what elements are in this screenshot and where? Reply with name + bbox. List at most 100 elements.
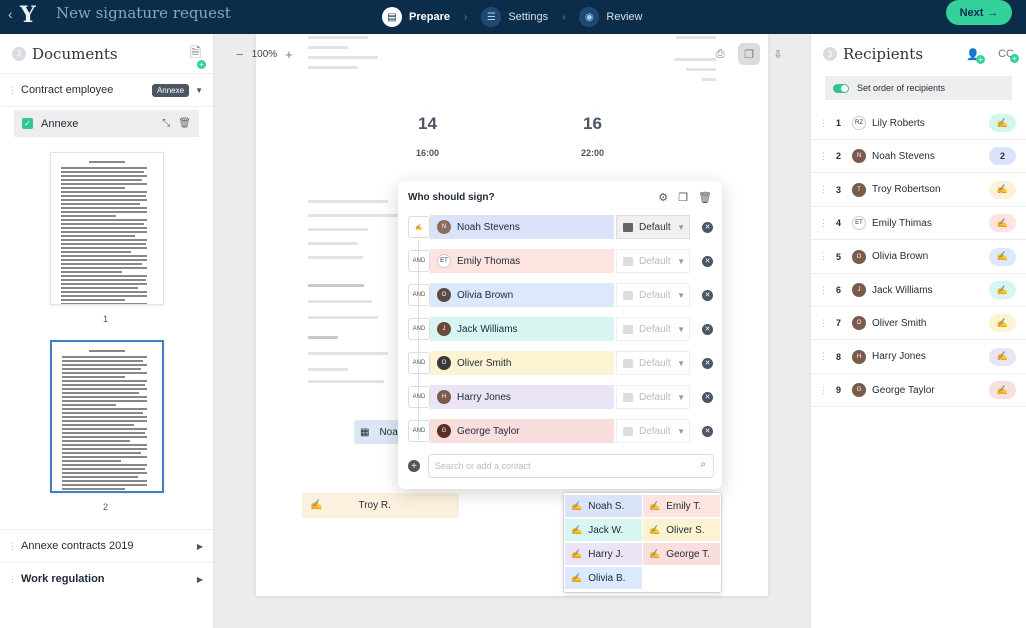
recipient-row[interactable]: ⋮ 3 T Troy Robertson ✍	[811, 174, 1026, 207]
role-pill[interactable]: ✍	[989, 180, 1016, 199]
role-pill[interactable]: ✍	[989, 214, 1016, 233]
signer-name-field[interactable]: O Olivia Brown	[430, 283, 614, 307]
folder-contract-employee[interactable]: ⋮ Contract employee Annexe ▼	[0, 74, 213, 107]
drag-handle-icon[interactable]: ⋮	[819, 184, 828, 195]
drag-handle-icon[interactable]: ⋮	[819, 385, 828, 396]
drag-handle-icon[interactable]: ⋮	[8, 85, 17, 96]
drag-handle-icon[interactable]: ⋮	[819, 118, 828, 129]
drag-handle-icon[interactable]: ⋮	[8, 574, 17, 585]
role-pill[interactable]: ✍	[989, 314, 1016, 333]
signature-field[interactable]: ✍ Troy R.	[302, 493, 459, 518]
signer-field-chip[interactable]: ✍ Harry J.	[565, 543, 642, 565]
search-input[interactable]	[428, 454, 714, 478]
role-pill[interactable]: ✍	[989, 247, 1016, 266]
copy-icon[interactable]: ❐	[678, 191, 688, 204]
level-select[interactable]: Default ▼	[616, 385, 690, 409]
recipient-row[interactable]: ⋮ 5 O Olivia Brown ✍	[811, 241, 1026, 274]
add-user-icon[interactable]: 👤 +	[966, 48, 986, 64]
role-pill[interactable]: ✍	[989, 347, 1016, 366]
signer-name-field[interactable]: H Harry Jones	[430, 385, 614, 409]
folder-work-regulation[interactable]: ⋮ Work regulation ▶	[0, 562, 213, 595]
role-pill[interactable]: ✍	[989, 114, 1016, 132]
drag-handle-icon[interactable]: ⋮	[819, 218, 828, 229]
drag-handle-icon[interactable]: ⋮	[819, 318, 828, 329]
page-thumbnail-1[interactable]	[50, 152, 164, 305]
recipient-row[interactable]: ⋮ 4 ET Emily Thimas ✍	[811, 207, 1026, 241]
signer-field-chip[interactable]: ✍ Noah S.	[565, 495, 642, 517]
remove-icon[interactable]: ✕	[702, 425, 713, 437]
remove-icon[interactable]: ✕	[702, 323, 713, 335]
add-circle-icon[interactable]: +	[408, 460, 420, 472]
remove-icon[interactable]: ✕	[702, 357, 713, 369]
steps-nav: ▤ Prepare › ☰ Settings › ◉ Review	[382, 0, 643, 34]
checkbox-icon[interactable]: ✓	[22, 118, 33, 129]
drag-handle-icon[interactable]: ⋮	[8, 541, 17, 552]
signer-field-chip[interactable]: ✍ George T.	[643, 543, 720, 565]
order-toggle-row[interactable]: Set order of recipients	[825, 76, 1012, 100]
drag-handle-icon[interactable]: ⋮	[819, 151, 828, 162]
page-thumbnail-2[interactable]	[50, 340, 164, 493]
avatar: H	[852, 349, 866, 364]
remove-icon[interactable]: ✕	[702, 391, 713, 403]
recipient-row[interactable]: ⋮ 9 G George Taylor ✍	[811, 374, 1026, 408]
drag-handle-icon[interactable]: ⋮	[819, 351, 828, 362]
level-select[interactable]: Default ▼	[616, 351, 690, 375]
date-field[interactable]: ▦ Noa	[354, 420, 404, 444]
resize-icon[interactable]: ⤡	[162, 118, 170, 129]
toggle-switch[interactable]	[833, 83, 849, 93]
role-pill[interactable]: 2	[989, 147, 1016, 166]
folder-annexe-contracts[interactable]: ⋮ Annexe contracts 2019 ▶	[0, 529, 213, 562]
avatar: G	[852, 383, 866, 398]
gear-icon[interactable]: ⚙	[658, 191, 668, 204]
recipient-row[interactable]: ⋮ 6 J Jack Williams ✍	[811, 274, 1026, 307]
remove-icon[interactable]: ✕	[702, 221, 713, 233]
step-review[interactable]: ◉ Review	[579, 7, 643, 27]
level-select[interactable]: Default ▼	[616, 215, 690, 239]
signer-name-field[interactable]: N Noah Stevens	[430, 215, 614, 239]
add-document-icon[interactable]: 🗎 +	[190, 42, 206, 69]
zoom-out-button[interactable]: −	[236, 47, 244, 62]
signer-field-chip[interactable]: ✍ Jack W.	[565, 519, 642, 541]
signer-row: AND H Harry Jones Default ▼ ✕	[408, 385, 714, 409]
recipient-row[interactable]: ⋮ 2 N Noah Stevens 2	[811, 140, 1026, 174]
caret-down-icon[interactable]: ▼	[195, 86, 203, 95]
signer-field-chip[interactable]: ✍ Oliver S.	[643, 519, 720, 541]
avatar: RZ	[852, 116, 866, 130]
copy-icon[interactable]: ❐	[738, 43, 760, 65]
recipient-row[interactable]: ⋮ 8 H Harry Jones ✍	[811, 341, 1026, 374]
role-pill[interactable]: ✍	[989, 281, 1016, 299]
trash-icon[interactable]: 🗑	[178, 118, 191, 129]
caret-right-icon[interactable]: ▶	[197, 542, 203, 551]
signer-name-field[interactable]: J Jack Williams	[430, 317, 614, 341]
cc-button[interactable]: CC +	[998, 48, 1019, 63]
recipient-name: Noah Stevens	[872, 150, 935, 162]
recipient-row[interactable]: ⋮ 7 O Oliver Smith ✍	[811, 307, 1026, 341]
signer-name-field[interactable]: ET Emily Thomas	[430, 249, 614, 273]
role-pill[interactable]: ✍	[989, 381, 1016, 400]
next-button[interactable]: Next →	[946, 0, 1012, 25]
remove-icon[interactable]: ✕	[702, 255, 713, 267]
level-select[interactable]: Default ▼	[616, 419, 690, 443]
level-select[interactable]: Default ▼	[616, 249, 690, 273]
signer-name-field[interactable]: O Oliver Smith	[430, 351, 614, 375]
zoom-in-button[interactable]: +	[285, 47, 293, 62]
search-icon[interactable]: ⌕	[700, 459, 706, 470]
caret-right-icon[interactable]: ▶	[197, 575, 203, 584]
remove-icon[interactable]: ✕	[702, 289, 713, 301]
file-annexe[interactable]: ✓ Annexe ⤡ 🗑	[14, 110, 199, 137]
drag-handle-icon[interactable]: ⋮	[819, 251, 828, 262]
signer-field-chip[interactable]: ✍ Olivia B.	[565, 567, 642, 589]
level-swatch	[623, 392, 633, 402]
print-icon[interactable]: ⎙	[709, 43, 731, 65]
level-select[interactable]: Default ▼	[616, 317, 690, 341]
download-icon[interactable]: ⇩	[767, 43, 789, 65]
trash-icon[interactable]: 🗑	[698, 191, 712, 204]
signer-field-chip[interactable]: ✍ Emily T.	[643, 495, 720, 517]
recipient-row[interactable]: ⋮ 1 RZ Lily Roberts ✍	[811, 107, 1026, 140]
signer-name-field[interactable]: G George Taylor	[430, 419, 614, 443]
step-settings[interactable]: ☰ Settings	[481, 7, 548, 27]
drag-handle-icon[interactable]: ⋮	[819, 285, 828, 296]
step-prepare[interactable]: ▤ Prepare	[382, 7, 450, 27]
level-select[interactable]: Default ▼	[616, 283, 690, 307]
chevron-left-icon[interactable]: ‹	[8, 6, 13, 22]
